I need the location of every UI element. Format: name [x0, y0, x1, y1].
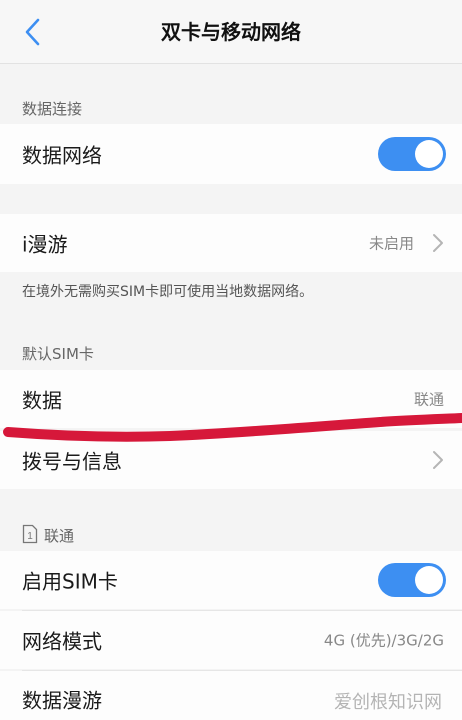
page-title: 双卡与移动网络 — [161, 20, 301, 44]
sim-card-icon: 1 — [22, 524, 38, 544]
iroaming-description: 在境外无需购买SIM卡即可使用当地数据网络。 — [22, 284, 314, 300]
calls-messages-label: 拨号与信息 — [22, 449, 122, 474]
watermark-text: 爱创根知识网 — [334, 692, 442, 713]
data-roaming-label: 数据漫游 — [22, 688, 102, 713]
section-header-default-sim: 默认SIM卡 — [22, 345, 94, 363]
mobile-data-row[interactable]: 数据网络 — [0, 124, 462, 184]
mobile-data-label: 数据网络 — [22, 143, 102, 168]
enable-sim-label: 启用SIM卡 — [22, 569, 118, 594]
toggle-knob — [415, 140, 443, 168]
section-header-data-connection: 数据连接 — [22, 100, 83, 118]
default-data-sim-row[interactable]: 数据 联通 — [0, 370, 462, 428]
sim-slot-number: 1 — [27, 531, 33, 542]
section-header-sim1: 联通 — [44, 527, 75, 545]
toggle-knob — [415, 566, 443, 594]
chevron-right-icon — [433, 234, 443, 252]
mobile-data-toggle[interactable] — [378, 137, 446, 171]
iroaming-label: i漫游 — [22, 232, 68, 257]
iroaming-status: 未启用 — [368, 234, 414, 253]
enable-sim-row[interactable]: 启用SIM卡 — [0, 551, 462, 609]
chevron-right-icon — [433, 451, 443, 469]
default-calls-sim-row[interactable]: 拨号与信息 — [0, 431, 462, 489]
default-data-carrier: 联通 — [413, 390, 444, 409]
enable-sim-toggle[interactable] — [378, 563, 446, 597]
network-mode-label: 网络模式 — [22, 629, 102, 654]
iroaming-row[interactable]: i漫游 未启用 — [0, 214, 462, 272]
network-mode-value: 4G (优先)/3G/2G — [323, 631, 444, 650]
title-bar: 双卡与移动网络 — [0, 0, 462, 64]
network-mode-row[interactable]: 网络模式 4G (优先)/3G/2G — [0, 611, 462, 669]
default-data-label: 数据 — [22, 388, 62, 413]
